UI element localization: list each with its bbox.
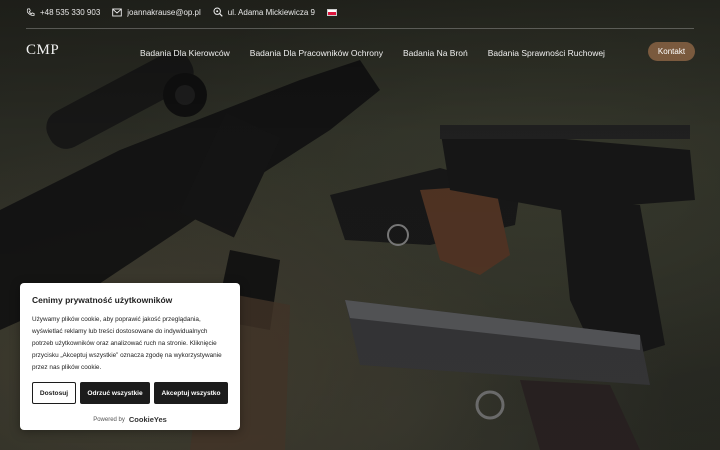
- nav-item-firearms[interactable]: Badania Na Broń: [403, 48, 468, 58]
- address-item[interactable]: ul. Adama Mickiewicza 9: [213, 7, 315, 17]
- phone-number: +48 535 330 903: [40, 7, 101, 17]
- envelope-icon: [112, 8, 123, 16]
- phone-item[interactable]: +48 535 330 903: [26, 8, 100, 17]
- contact-button[interactable]: Kontakt: [648, 42, 695, 61]
- customize-button[interactable]: Dostosuj: [32, 382, 76, 404]
- phone-icon: [26, 7, 35, 16]
- contact-bar: +48 535 330 903 joannakrause@op.pl ul. A…: [26, 0, 694, 24]
- cookie-buttons: Dostosuj Odrzuć wszystkie Akceptuj wszys…: [32, 382, 228, 404]
- accept-all-button[interactable]: Akceptuj wszystko: [154, 382, 228, 404]
- main-navigation: Badania Dla Kierowców Badania Dla Pracow…: [140, 48, 625, 58]
- powered-by: Powered by CookieYes: [20, 415, 240, 424]
- cookie-description: Używamy plików cookie, aby poprawić jako…: [32, 316, 222, 371]
- poland-flag-icon: [326, 8, 337, 16]
- cookie-title: Cenimy prywatność użytkowników: [32, 295, 173, 305]
- nav-item-drivers[interactable]: Badania Dla Kierowców: [140, 48, 230, 58]
- site-logo[interactable]: CMP: [26, 42, 59, 59]
- email-address: joannakrause@op.pl: [127, 7, 201, 17]
- nav-item-security-staff[interactable]: Badania Dla Pracowników Ochrony: [250, 48, 383, 58]
- map-search-icon: [213, 7, 223, 17]
- cookie-consent-banner: Cenimy prywatność użytkowników Używamy p…: [20, 283, 240, 430]
- reject-all-button[interactable]: Odrzuć wszystkie: [80, 382, 150, 404]
- header-divider: [26, 28, 694, 29]
- language-switcher[interactable]: [326, 8, 337, 16]
- cookieyes-logo[interactable]: CookieYes: [129, 415, 167, 424]
- street-address: ul. Adama Mickiewicza 9: [227, 7, 315, 17]
- powered-by-label: Powered by: [93, 416, 125, 423]
- email-item[interactable]: joannakrause@op.pl: [112, 8, 201, 17]
- nav-item-motor-fitness[interactable]: Badania Sprawności Ruchowej: [488, 48, 605, 58]
